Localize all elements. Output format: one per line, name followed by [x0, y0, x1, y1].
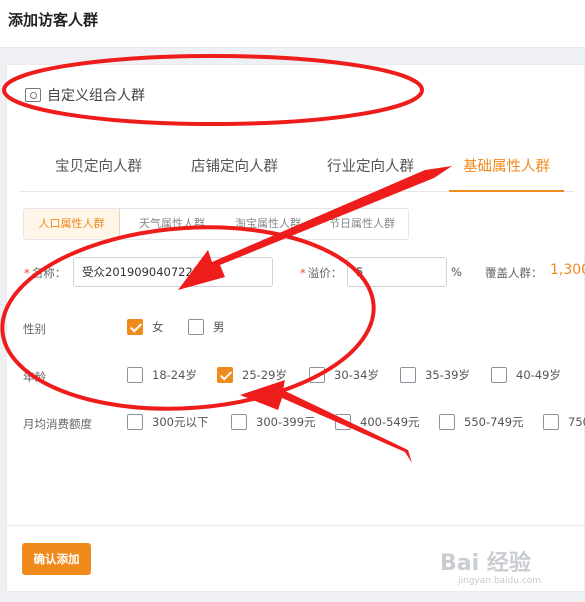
spend-option-400-549[interactable]: 400-549元 — [335, 414, 420, 430]
sub-tabs: 人口属性人群 天气属性人群 淘宝属性人群 节日属性人群 — [23, 208, 409, 240]
spend-option-550-749[interactable]: 550-749元 — [439, 414, 524, 430]
gender-label: 性别 — [23, 322, 46, 336]
age-option-35-39[interactable]: 35-39岁 — [400, 367, 470, 383]
subtab-weather[interactable]: 天气属性人群 — [124, 209, 220, 239]
spend-option-750[interactable]: 750 — [543, 414, 585, 430]
cover-label: 覆盖人群： — [485, 266, 543, 280]
age-option-30-34[interactable]: 30-34岁 — [309, 367, 379, 383]
checkbox-icon[interactable] — [400, 367, 416, 383]
spend-label: 月均消费额度 — [23, 417, 92, 431]
checkbox-icon[interactable] — [309, 367, 325, 383]
age-option-40-49[interactable]: 40-49岁 — [491, 367, 561, 383]
page-title: 添加访客人群 — [8, 11, 99, 29]
checkbox-icon[interactable] — [127, 414, 143, 430]
premium-unit: % — [451, 265, 462, 279]
gender-option-female[interactable]: 女 — [127, 319, 164, 335]
subtab-demographics[interactable]: 人口属性人群 — [24, 209, 120, 239]
gender-option-male[interactable]: 男 — [188, 319, 225, 335]
spend-option-300-399[interactable]: 300-399元 — [231, 414, 316, 430]
footer-divider — [7, 525, 585, 526]
checkbox-icon[interactable] — [188, 319, 204, 335]
checkbox-icon[interactable] — [335, 414, 351, 430]
checkbox-icon[interactable] — [231, 414, 247, 430]
watermark-url: jingyan.baidu.com — [458, 576, 542, 586]
checkbox-icon[interactable] — [543, 414, 559, 430]
main-tabs: 宝贝定向人群 店铺定向人群 行业定向人群 基础属性人群 — [19, 147, 574, 192]
baidu-watermark-logo: Bai 经验 — [440, 551, 531, 576]
tab-shop-targeting[interactable]: 店铺定向人群 — [177, 155, 292, 192]
name-label: * 名称： — [24, 266, 67, 280]
tab-basic-attributes[interactable]: 基础属性人群 — [449, 155, 564, 192]
subtab-holiday[interactable]: 节日属性人群 — [314, 209, 410, 239]
age-option-18-24[interactable]: 18-24岁 — [127, 367, 197, 383]
name-input[interactable]: 受众20190904072218 — [73, 257, 273, 287]
page-header: 添加访客人群 — [0, 0, 585, 48]
subtab-taobao[interactable]: 淘宝属性人群 — [220, 209, 316, 239]
audience-icon — [25, 88, 41, 102]
checkbox-icon[interactable] — [491, 367, 507, 383]
tab-item-targeting[interactable]: 宝贝定向人群 — [41, 155, 156, 192]
cover-value: 1,300 — [550, 262, 585, 278]
confirm-add-button[interactable]: 确认添加 — [22, 543, 91, 575]
tab-industry-targeting[interactable]: 行业定向人群 — [313, 155, 428, 192]
premium-input[interactable]: 5 — [347, 257, 447, 287]
section-title: 自定义组合人群 — [47, 88, 145, 104]
spend-option-under-300[interactable]: 300元以下 — [127, 414, 208, 430]
age-option-25-29[interactable]: 25-29岁 — [217, 367, 287, 383]
age-label: 年龄 — [23, 370, 46, 384]
checkbox-icon[interactable] — [127, 367, 143, 383]
checkbox-checked-icon[interactable] — [127, 319, 143, 335]
checkbox-checked-icon[interactable] — [217, 367, 233, 383]
audience-form-card: 自定义组合人群 宝贝定向人群 店铺定向人群 行业定向人群 基础属性人群 人口属性… — [6, 64, 585, 592]
premium-label: * 溢价： — [300, 266, 343, 280]
checkbox-icon[interactable] — [439, 414, 455, 430]
section-header: 自定义组合人群 — [25, 85, 145, 105]
